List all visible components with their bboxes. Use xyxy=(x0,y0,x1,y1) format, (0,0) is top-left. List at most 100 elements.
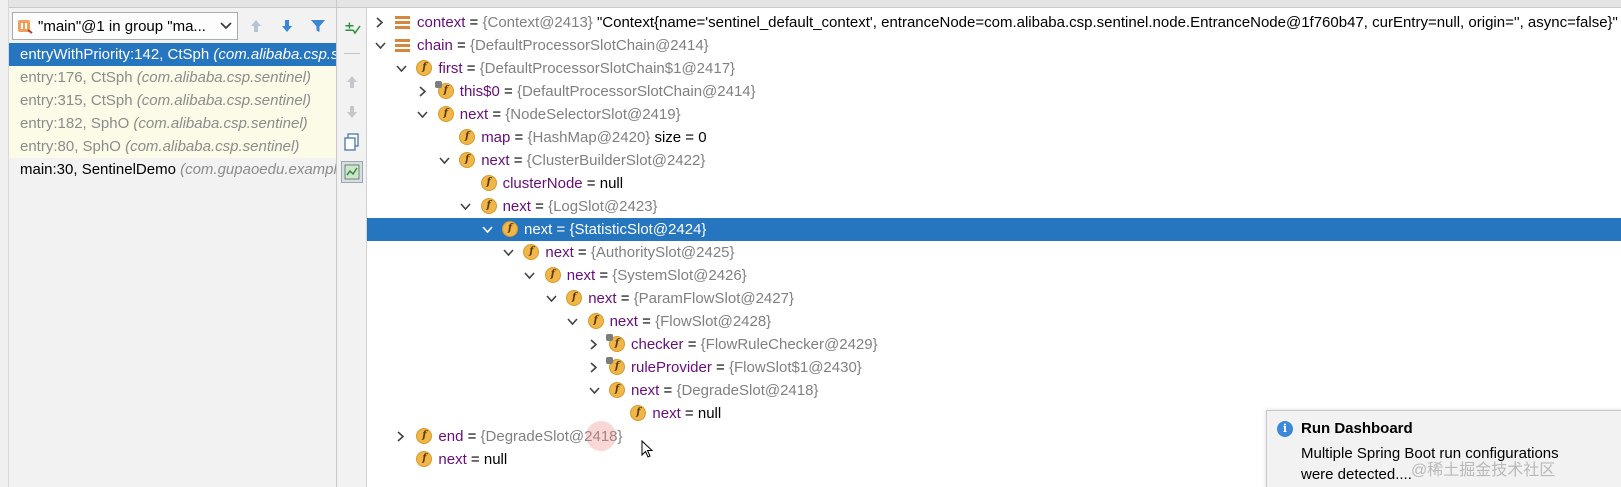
chevron-down-icon[interactable] xyxy=(587,379,601,402)
variable-row[interactable]: chain = {DefaultProcessorSlotChain@2414} xyxy=(367,34,1621,57)
chevron-down-icon[interactable] xyxy=(544,287,558,310)
variable-name: next xyxy=(652,405,681,422)
equals-sign: = xyxy=(552,221,570,238)
chevron-down-icon[interactable] xyxy=(394,57,408,80)
svg-text:±: ± xyxy=(344,20,355,35)
final-field-icon: f xyxy=(606,334,625,352)
chevron-down-icon[interactable] xyxy=(373,34,387,57)
frame-row[interactable]: entryWithPriority:142, CtSph (com.alibab… xyxy=(9,43,336,66)
equals-sign: = xyxy=(462,60,480,77)
variable-name: next xyxy=(459,106,489,123)
field-icon: f xyxy=(587,313,604,329)
equals-sign: = xyxy=(499,83,517,100)
frame-package: (com.alibaba.csp.sentinel) xyxy=(213,46,336,63)
variable-row[interactable]: f next = {FlowSlot@2428} xyxy=(367,310,1621,333)
variable-type: {ParamFlowSlot@2427} xyxy=(633,290,794,307)
variable-name: map xyxy=(481,129,511,146)
variable-row[interactable]: f checker = {FlowRuleChecker@2429} xyxy=(367,333,1621,356)
variable-name: next xyxy=(566,267,596,284)
filter-icon[interactable] xyxy=(305,12,331,40)
equals-sign: = xyxy=(510,129,528,146)
previous-frame-button[interactable] xyxy=(243,12,269,40)
mouse-cursor-icon xyxy=(641,439,654,461)
chevron-down-icon[interactable] xyxy=(416,103,430,126)
variable-name: ruleProvider xyxy=(631,359,712,376)
frame-method: entry:182, SphO xyxy=(20,115,130,132)
variable-type: {StatisticSlot@2424} xyxy=(569,221,707,238)
frame-row[interactable]: entry:182, SphO (com.alibaba.csp.sentine… xyxy=(9,112,336,135)
variable-row[interactable]: f next = {DegradeSlot@2418} xyxy=(367,379,1621,402)
final-field-icon: f xyxy=(434,81,454,99)
move-watch-down-icon[interactable] xyxy=(341,101,363,123)
variable-value: "Context{name='sentinel_default_context'… xyxy=(592,14,1618,31)
chevron-down-icon[interactable] xyxy=(480,218,494,241)
copy-icon[interactable] xyxy=(341,131,363,153)
chevron-down-icon xyxy=(219,19,233,33)
frame-package: (com.alibaba.csp.sentinel) xyxy=(136,69,312,86)
equals-sign: = xyxy=(637,313,656,330)
equals-sign: = xyxy=(488,106,506,123)
chevron-right-icon[interactable] xyxy=(587,333,601,356)
variable-row[interactable]: f next = {SystemSlot@2426} xyxy=(367,264,1621,287)
equals-sign: = xyxy=(509,152,527,169)
field-icon: f xyxy=(459,152,476,168)
frame-row[interactable]: entry:80, SphO (com.alibaba.csp.sentinel… xyxy=(9,135,336,158)
variable-name: this$0 xyxy=(459,83,500,100)
variable-row[interactable]: f next = {ParamFlowSlot@2427} xyxy=(367,287,1621,310)
show-values-icon[interactable] xyxy=(341,161,363,183)
equals-sign: = xyxy=(530,198,549,215)
variable-row[interactable]: f next = {LogSlot@2423} xyxy=(367,195,1621,218)
frame-method: entryWithPriority:142, CtSph xyxy=(20,46,210,63)
variable-row[interactable]: f first = {DefaultProcessorSlotChain$1@24… xyxy=(367,57,1621,80)
variable-name: next xyxy=(524,221,553,238)
frame-method: entry:80, SphO xyxy=(20,138,121,155)
variable-name: next xyxy=(438,451,467,468)
thread-selector-label: "main"@1 in group "ma... xyxy=(38,17,206,35)
frame-method: entry:176, CtSph xyxy=(20,69,133,86)
field-icon: f xyxy=(459,129,476,145)
next-frame-button[interactable] xyxy=(274,12,300,40)
frame-row[interactable]: main:30, SentinelDemo (com.gupaoedu.exam… xyxy=(9,158,336,181)
variable-type: {AuthoritySlot@2425} xyxy=(590,244,735,261)
variable-row[interactable]: f clusterNode = null xyxy=(367,172,1621,195)
equals-sign: = xyxy=(465,14,483,31)
info-icon: i xyxy=(1277,420,1293,437)
chevron-down-icon[interactable] xyxy=(566,310,580,333)
variable-type: {FlowRuleChecker@2429} xyxy=(700,336,878,353)
variable-row[interactable]: f this$0 = {DefaultProcessorSlotChain@241… xyxy=(367,80,1621,103)
chevron-down-icon[interactable] xyxy=(437,149,451,172)
chevron-down-icon[interactable] xyxy=(501,241,515,264)
variables-panel-header xyxy=(337,0,1621,8)
evaluate-expression-icon[interactable]: ± xyxy=(341,16,363,38)
variable-row[interactable]: f ruleProvider = {FlowSlot$1@2430} xyxy=(367,356,1621,379)
move-watch-up-icon[interactable] xyxy=(341,71,363,93)
chevron-down-icon[interactable] xyxy=(523,264,537,287)
thread-selector[interactable]: "main"@1 in group "ma... xyxy=(12,12,238,40)
equals-sign: = xyxy=(659,382,677,399)
equals-sign: = xyxy=(466,451,484,468)
frame-row[interactable]: entry:315, CtSph (com.alibaba.csp.sentin… xyxy=(9,89,336,112)
variable-row[interactable]: f map = {HashMap@2420} size = 0 xyxy=(367,126,1621,149)
variable-row[interactable]: f next = {ClusterBuilderSlot@2422} xyxy=(367,149,1621,172)
equals-sign: = xyxy=(711,359,729,376)
field-icon: f xyxy=(480,175,497,191)
variable-row[interactable]: f next = {AuthoritySlot@2425} xyxy=(367,241,1621,264)
chevron-right-icon[interactable] xyxy=(394,425,408,448)
chevron-right-icon[interactable] xyxy=(416,80,430,103)
chevron-right-icon[interactable] xyxy=(373,11,387,34)
variable-type: {FlowSlot@2428} xyxy=(655,313,772,330)
frame-row[interactable]: entry:176, CtSph (com.alibaba.csp.sentin… xyxy=(9,66,336,89)
chevron-down-icon[interactable] xyxy=(459,195,473,218)
frame-method: entry:315, CtSph xyxy=(20,92,133,109)
field-icon: f xyxy=(502,221,518,237)
variable-row[interactable]: context = {Context@2413} "Context{name='… xyxy=(367,11,1621,34)
equals-sign: = xyxy=(616,290,634,307)
field-icon: f xyxy=(437,106,454,122)
chevron-right-icon[interactable] xyxy=(587,356,601,379)
variable-name: first xyxy=(438,60,463,77)
variable-row[interactable]: f next = {NodeSelectorSlot@2419} xyxy=(367,103,1621,126)
variable-type: {SystemSlot@2426} xyxy=(612,267,747,284)
variable-name: next xyxy=(588,290,617,307)
variable-name: next xyxy=(545,244,574,261)
variable-row[interactable]: f next = {StatisticSlot@2424} xyxy=(367,218,1621,241)
